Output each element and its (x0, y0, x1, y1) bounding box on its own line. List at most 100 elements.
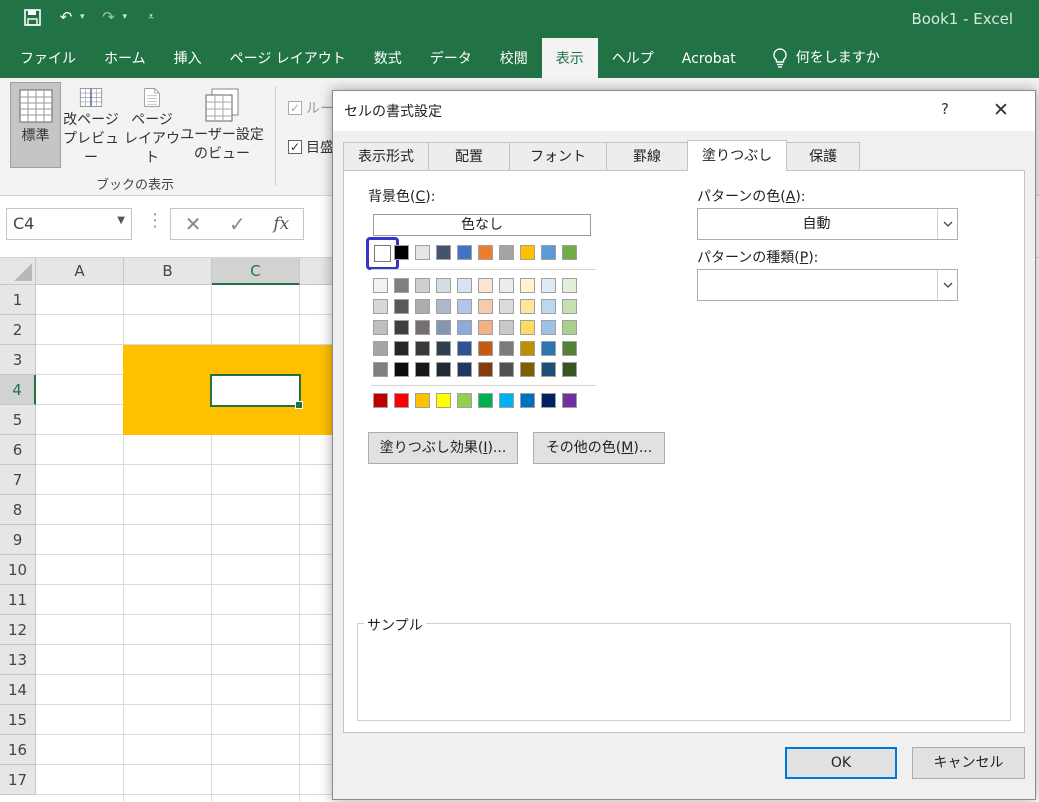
tab-font[interactable]: フォント (509, 142, 607, 170)
color-swatch[interactable] (415, 362, 430, 377)
standard-color-swatch[interactable] (520, 393, 535, 408)
color-swatch[interactable] (520, 299, 535, 314)
color-swatch[interactable] (478, 341, 493, 356)
undo-dropdown-icon[interactable]: ▾ (80, 12, 85, 22)
chevron-down-icon[interactable] (937, 270, 957, 300)
name-box-dropdown-icon[interactable]: ▼ (117, 215, 125, 226)
color-swatch[interactable] (457, 278, 472, 293)
tab-data[interactable]: データ (416, 38, 486, 78)
tab-review[interactable]: 校閲 (486, 38, 542, 78)
formula-bar-grip-icon[interactable]: ⋮ (146, 210, 164, 231)
color-swatch[interactable] (562, 320, 577, 335)
color-swatch[interactable] (520, 362, 535, 377)
color-swatch[interactable] (373, 341, 388, 356)
more-colors-button[interactable]: その他の色(M)... (533, 432, 665, 464)
tab-fill[interactable]: 塗りつぶし (687, 140, 788, 171)
row-header[interactable]: 14 (0, 675, 36, 705)
redo-dropdown-icon[interactable]: ▾ (123, 12, 128, 22)
color-swatch[interactable] (394, 341, 409, 356)
color-swatch[interactable] (541, 245, 556, 260)
color-swatch[interactable] (562, 362, 577, 377)
row-header[interactable]: 10 (0, 555, 36, 585)
insert-function-icon[interactable]: fx (273, 214, 289, 234)
color-swatch[interactable] (457, 320, 472, 335)
color-swatch[interactable] (436, 278, 451, 293)
color-swatch[interactable] (499, 299, 514, 314)
color-swatch[interactable] (457, 245, 472, 260)
row-header[interactable]: 9 (0, 525, 36, 555)
standard-color-swatch[interactable] (457, 393, 472, 408)
row-header[interactable]: 12 (0, 615, 36, 645)
color-swatch[interactable] (478, 362, 493, 377)
row-header[interactable]: 3 (0, 345, 36, 375)
tab-home[interactable]: ホーム (90, 38, 160, 78)
row-header[interactable]: 15 (0, 705, 36, 735)
cancel-entry-icon[interactable]: ✕ (185, 212, 202, 236)
tab-alignment[interactable]: 配置 (428, 142, 510, 170)
color-swatch[interactable] (373, 278, 388, 293)
color-swatch[interactable] (541, 320, 556, 335)
page-break-preview-button[interactable]: 改ページ プレビュー (60, 82, 122, 168)
tell-me-box[interactable]: 何をしますか (758, 38, 894, 78)
color-swatch[interactable] (541, 299, 556, 314)
color-swatch[interactable] (436, 362, 451, 377)
tab-view[interactable]: 表示 (541, 38, 598, 78)
pattern-style-dropdown[interactable] (697, 269, 958, 301)
color-swatch[interactable] (541, 278, 556, 293)
color-swatch[interactable] (373, 299, 388, 314)
color-swatch[interactable] (499, 320, 514, 335)
color-swatch[interactable] (541, 341, 556, 356)
pattern-color-dropdown[interactable]: 自動 (697, 208, 958, 240)
color-swatch[interactable] (562, 278, 577, 293)
tab-formulas[interactable]: 数式 (360, 38, 416, 78)
color-swatch[interactable] (457, 341, 472, 356)
color-swatch[interactable] (499, 245, 514, 260)
row-header[interactable]: 2 (0, 315, 36, 345)
row-header[interactable]: 4 (0, 375, 36, 405)
tab-page-layout[interactable]: ページ レイアウト (216, 38, 360, 78)
color-swatch[interactable] (415, 245, 430, 260)
standard-color-swatch[interactable] (436, 393, 451, 408)
color-swatch[interactable] (541, 362, 556, 377)
color-swatch[interactable] (436, 320, 451, 335)
row-header[interactable]: 8 (0, 495, 36, 525)
cancel-button[interactable]: キャンセル (912, 747, 1025, 779)
gridlines-checkbox[interactable]: ✓ 目盛 (288, 137, 334, 157)
color-swatch[interactable] (562, 341, 577, 356)
color-swatch[interactable] (436, 341, 451, 356)
customize-qat-icon[interactable]: ⩡ (141, 7, 161, 27)
help-button[interactable]: ? (941, 100, 949, 118)
active-cell-c4[interactable] (210, 374, 303, 409)
standard-color-swatch[interactable] (415, 393, 430, 408)
row-header[interactable]: 1 (0, 285, 36, 315)
color-swatch[interactable] (520, 341, 535, 356)
tab-help[interactable]: ヘルプ (598, 38, 668, 78)
color-swatch[interactable] (457, 299, 472, 314)
confirm-entry-icon[interactable]: ✓ (229, 212, 246, 236)
fill-effects-button[interactable]: 塗りつぶし効果(I)... (368, 432, 518, 464)
color-swatch[interactable] (520, 320, 535, 335)
no-color-button[interactable]: 色なし (373, 214, 591, 236)
color-swatch[interactable] (394, 362, 409, 377)
color-swatch[interactable] (415, 278, 430, 293)
standard-color-swatch[interactable] (562, 393, 577, 408)
color-swatch[interactable] (394, 245, 409, 260)
color-swatch[interactable] (562, 245, 577, 260)
color-swatch[interactable] (499, 341, 514, 356)
row-header[interactable]: 5 (0, 405, 36, 435)
color-swatch[interactable] (394, 278, 409, 293)
page-layout-button[interactable]: ページ レイアウト (122, 82, 182, 168)
tab-insert[interactable]: 挿入 (160, 38, 216, 78)
redo-icon[interactable]: ↷ (99, 7, 119, 27)
color-swatch[interactable] (457, 362, 472, 377)
column-header-c[interactable]: C (212, 258, 300, 285)
row-header[interactable]: 16 (0, 735, 36, 765)
name-box[interactable]: C4 ▼ (6, 208, 132, 240)
ruler-checkbox[interactable]: ✓ ルー (288, 98, 334, 118)
tab-border[interactable]: 罫線 (606, 142, 688, 170)
row-header[interactable]: 13 (0, 645, 36, 675)
color-swatch[interactable] (373, 362, 388, 377)
column-header-b[interactable]: B (124, 258, 212, 285)
color-swatch[interactable] (478, 299, 493, 314)
ok-button[interactable]: OK (785, 747, 897, 779)
